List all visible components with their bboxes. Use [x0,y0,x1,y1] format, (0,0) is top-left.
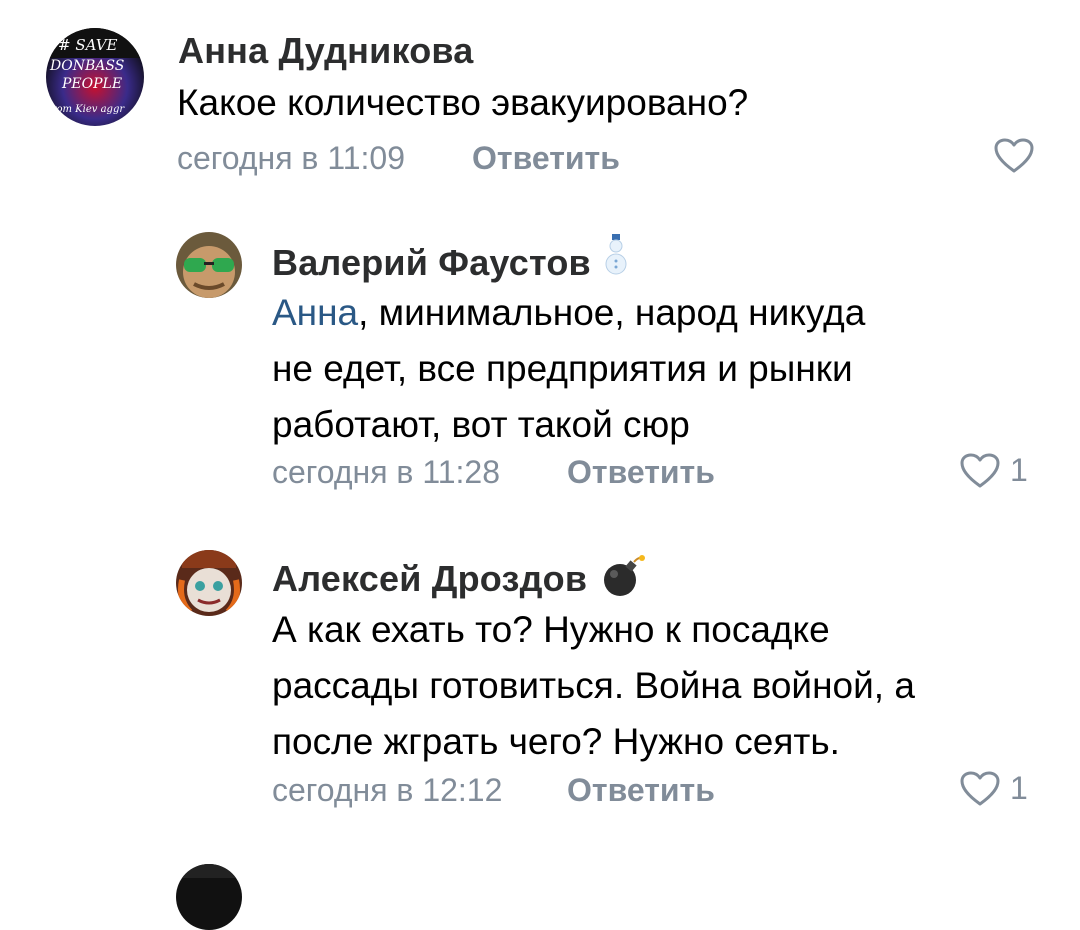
avatar-text: # SAVE [58,36,118,54]
heart-icon [994,138,1034,173]
comment-text: Анна, минимальное, народ никуда не едет,… [272,285,865,453]
reply-button[interactable]: Ответить [567,454,715,491]
like-button[interactable]: 1 [960,452,1028,489]
comment: Валерий Фаустов Анна, минимальное, народ… [0,210,1080,510]
like-button[interactable] [994,138,1044,174]
comment-time: сегодня в 11:28 [272,454,501,490]
snowman-icon [605,234,627,275]
avatar[interactable] [176,864,242,930]
reply-button[interactable]: Ответить [472,140,620,177]
avatar[interactable] [176,550,242,616]
comment-text-line: работают, вот такой сюр [272,404,690,445]
comment-text-fragment: , минимальное, народ никуда [358,292,866,333]
comment-text-line: Анна, минимальное, народ никуда [272,285,865,341]
reply-button[interactable]: Ответить [567,772,715,809]
comment: Алексей Дроздов А как ехать то? Нужно к … [0,530,1080,830]
comment-text: Какое количество эвакуировано? [177,75,748,131]
avatar[interactable]: # SAVE DONBASS PEOPLE from Kiev aggr [46,28,144,126]
avatar-text: from Kiev aggr [47,104,125,115]
comment-text-line: рассады готовиться. Война войной, а [272,665,915,706]
comment-text-line: Какое количество эвакуировано? [177,82,749,123]
like-count: 1 [1010,770,1028,806]
avatar[interactable] [176,232,242,298]
author-name[interactable]: Алексей Дроздов [272,558,587,600]
like-button[interactable]: 1 [960,770,1028,807]
comment: # SAVE DONBASS PEOPLE from Kiev aggr Анн… [0,0,1080,200]
heart-icon [960,771,1000,805]
comment-time: сегодня в 12:12 [272,772,503,808]
avatar-text: PEOPLE [61,76,122,92]
comment-text-line: А как ехать то? Нужно к посадке [272,609,830,650]
like-count: 1 [1010,452,1028,488]
avatar-text: DONBASS [49,58,124,74]
comment-text-line: после жграть чего? Нужно сеять. [272,721,840,762]
comment-text-line: не едет, все предприятия и рынки [272,348,853,389]
bomb-icon [604,555,645,596]
author-name[interactable]: Валерий Фаустов [272,242,591,284]
author-name[interactable]: Анна Дудникова [178,30,473,72]
heart-icon [960,453,1000,487]
mention-link[interactable]: Анна [272,292,358,333]
comment-time: сегодня в 11:09 [177,140,406,176]
comment-text: А как ехать то? Нужно к посадке рассады … [272,602,915,770]
